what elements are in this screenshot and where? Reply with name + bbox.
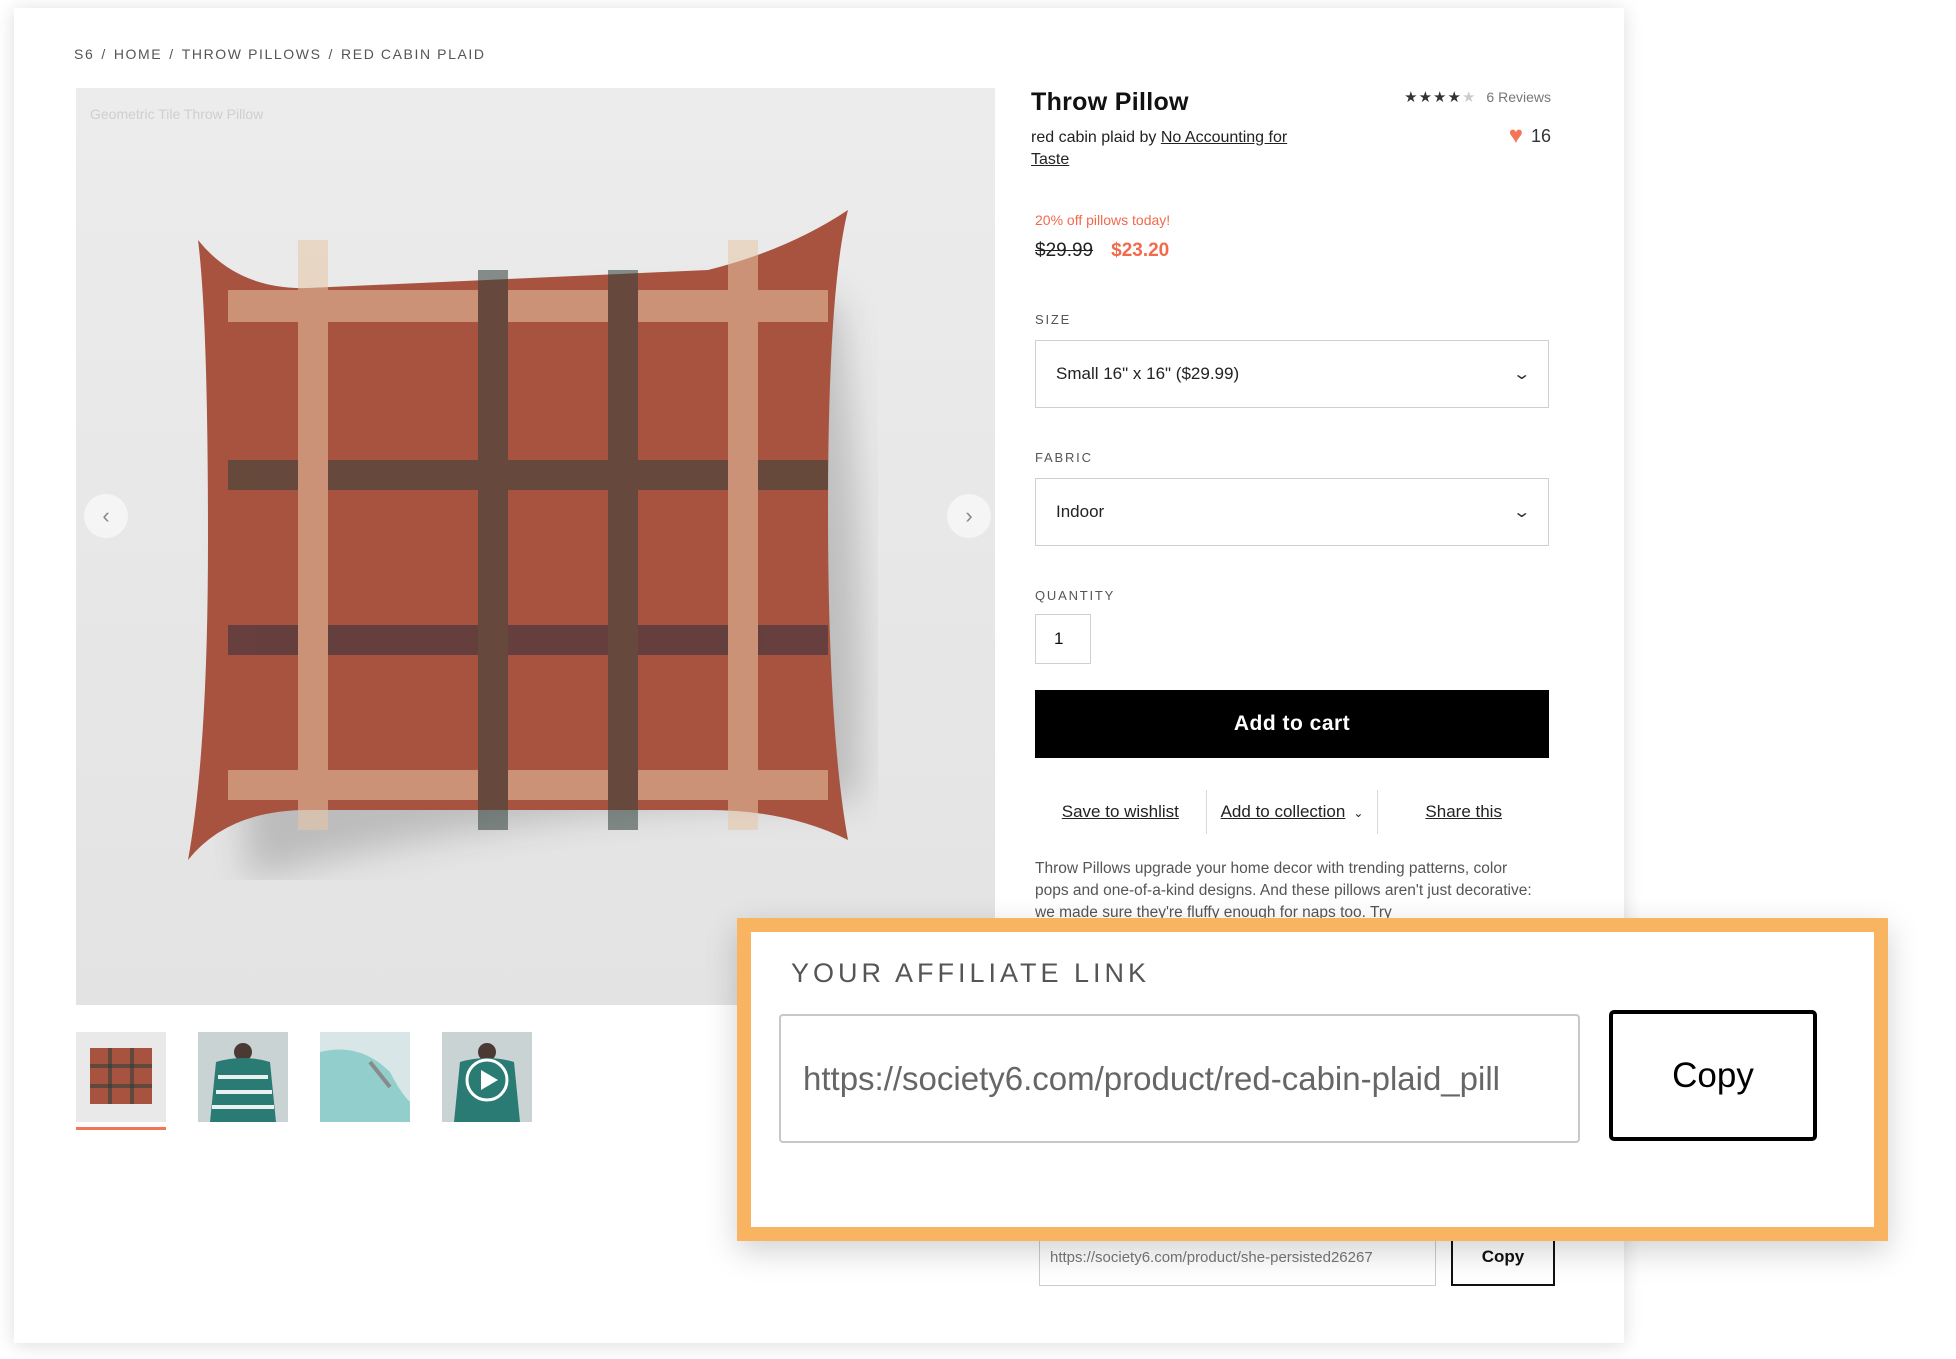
- size-value: Small 16" x 16" ($29.99): [1056, 364, 1240, 383]
- breadcrumb: S6 / Home / Throw Pillows / Red Cabin Plaid: [74, 46, 486, 62]
- product-byline: red cabin plaid by No Accounting for Tas…: [1031, 127, 1301, 171]
- chevron-right-icon: ›: [965, 503, 973, 528]
- product-description: Throw Pillows upgrade your home decor wi…: [1035, 860, 1532, 921]
- promo-text: 20% off pillows today!: [1035, 212, 1171, 228]
- size-label: SIZE: [1035, 312, 1072, 327]
- save-to-wishlist-link[interactable]: Save to wishlist: [1035, 802, 1206, 822]
- share-this-link[interactable]: Share this: [1378, 802, 1549, 822]
- chevron-down-icon: ⌄: [1511, 366, 1531, 383]
- product-image[interactable]: Geometric Tile Throw Pillow ‹ ›: [76, 88, 995, 1005]
- breadcrumb-item[interactable]: S6: [74, 46, 94, 62]
- pillow-image: [188, 210, 861, 880]
- next-image-button[interactable]: ›: [947, 494, 991, 538]
- breadcrumb-item[interactable]: Home: [114, 46, 162, 62]
- product-details: Throw Pillow red cabin plaid by No Accou…: [1031, 88, 1551, 921]
- affiliate-link-panel: Your Affiliate Link https://society6.com…: [737, 918, 1888, 1241]
- thumbnail-blanket[interactable]: [198, 1032, 288, 1122]
- breadcrumb-separator: /: [101, 46, 107, 62]
- chevron-left-icon: ‹: [102, 503, 110, 528]
- empty-star: ★: [1461, 89, 1477, 106]
- breadcrumb-item: Red Cabin Plaid: [341, 46, 486, 62]
- thumbnail-pillow[interactable]: [76, 1032, 166, 1130]
- prev-image-button[interactable]: ‹: [84, 494, 128, 538]
- affiliate-link-input[interactable]: https://society6.com/product/red-cabin-p…: [779, 1014, 1580, 1143]
- quantity-input[interactable]: 1: [1035, 614, 1091, 664]
- fabric-select[interactable]: Indoor ⌄: [1035, 478, 1549, 546]
- add-to-cart-button[interactable]: Add to cart: [1035, 690, 1549, 758]
- chevron-down-icon: ⌄: [1353, 806, 1364, 820]
- affiliate-title: Your Affiliate Link: [791, 958, 1151, 988]
- heart-icon: ♥: [1508, 122, 1523, 149]
- secondary-actions: Save to wishlist Add to collection ⌄ Shar…: [1035, 788, 1549, 836]
- add-to-collection-label: Add to collection: [1220, 802, 1346, 821]
- breadcrumb-separator: /: [169, 46, 175, 62]
- chevron-down-icon: ⌄: [1511, 504, 1531, 521]
- thumbnail-fabric[interactable]: [320, 1032, 410, 1122]
- fabric-label: FABRIC: [1035, 450, 1093, 465]
- original-price: $29.99: [1035, 240, 1094, 261]
- rating[interactable]: ★★★★★ 6 Reviews: [1404, 88, 1551, 106]
- quantity-label: QUANTITY: [1035, 588, 1116, 603]
- breadcrumb-item[interactable]: Throw Pillows: [182, 46, 322, 62]
- like-count: 16: [1530, 125, 1551, 146]
- sale-price: $23.20: [1111, 240, 1170, 261]
- fabric-value: Indoor: [1056, 502, 1105, 521]
- review-count: 6 Reviews: [1486, 89, 1551, 105]
- filled-stars: ★★★★: [1404, 89, 1462, 106]
- like-button[interactable]: ♥ 16: [1509, 122, 1551, 150]
- image-caption: Geometric Tile Throw Pillow: [90, 106, 264, 122]
- price-row: $29.99 $23.20: [1035, 240, 1169, 262]
- star-rating: ★★★★★: [1404, 88, 1476, 106]
- byline-prefix: red cabin plaid by: [1031, 129, 1157, 146]
- copy-button[interactable]: Copy: [1609, 1010, 1817, 1141]
- background-link-field[interactable]: https://society6.com/product/she-persist…: [1039, 1234, 1436, 1286]
- thumbnail-video[interactable]: [442, 1032, 532, 1122]
- thumbnail-strip: [76, 1032, 532, 1130]
- size-select[interactable]: Small 16" x 16" ($29.99) ⌄: [1035, 340, 1549, 408]
- add-to-collection-link[interactable]: Add to collection ⌄: [1207, 802, 1378, 822]
- breadcrumb-separator: /: [328, 46, 335, 62]
